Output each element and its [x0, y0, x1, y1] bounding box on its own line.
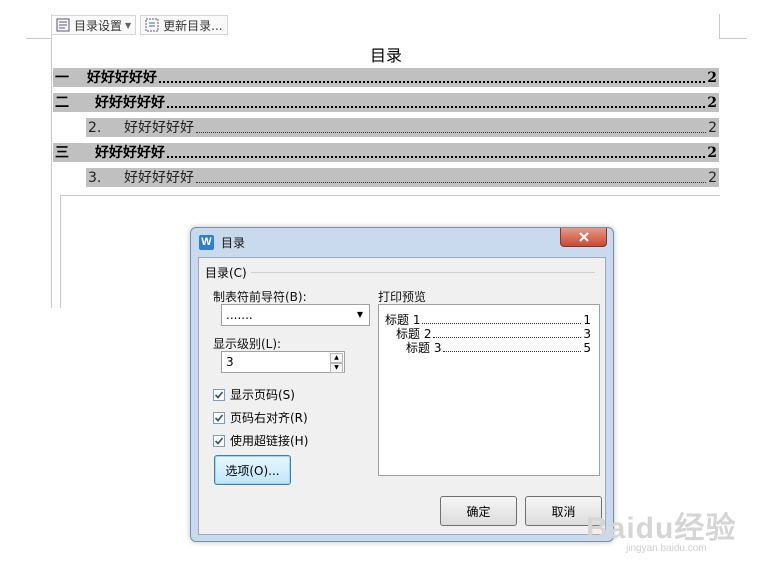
tab-leader-label: 制表符前导符(B): — [213, 290, 307, 304]
toc-entry-page: 2 — [707, 70, 717, 86]
watermark-url: jingyan.baidu.com — [626, 543, 707, 554]
toc-entry-text: 好好好好好 — [87, 70, 157, 86]
update-toc-button[interactable]: 更新目录... — [140, 15, 228, 35]
print-preview-box: 标题 1 1 标题 2 3 标题 3 5 — [378, 304, 600, 476]
preview-line: 标题 1 1 — [385, 313, 591, 327]
preview-line-text: 标题 3 — [406, 341, 442, 355]
checkbox-checked-icon[interactable] — [213, 434, 225, 447]
watermark-main: Baidu经验 — [586, 512, 737, 545]
group-divider — [249, 272, 595, 273]
toc-toolbar: 目录设置 ▼ 更新目录... — [51, 15, 228, 37]
preview-label: 打印预览 — [378, 290, 427, 304]
update-toc-icon — [145, 18, 159, 32]
toc-entry-number: 二 — [55, 95, 69, 111]
toc-entry-leader — [196, 181, 707, 183]
preview-line: 标题 3 5 — [406, 341, 591, 355]
show-page-numbers-checkbox[interactable]: 显示页码(S) — [213, 386, 295, 403]
checkbox-checked-icon[interactable] — [213, 388, 225, 401]
close-icon — [578, 232, 589, 242]
dialog-body: 目录(C) 制表符前导符(B): ....... ▼ 显示级别(L): 3 ▲ … — [198, 257, 606, 535]
options-button[interactable]: 选项(O)... — [214, 455, 291, 485]
tab-leader-select[interactable]: ....... ▼ — [221, 304, 370, 326]
update-toc-label: 更新目录... — [163, 18, 223, 33]
toc-entry-number: 3. — [88, 170, 102, 186]
toc-entry-leader — [167, 155, 706, 158]
checkbox-checked-icon[interactable] — [213, 411, 225, 424]
toc-entry-page: 2 — [708, 120, 717, 136]
toc-entry-page: 2 — [708, 170, 717, 186]
preview-line-text: 标题 1 — [385, 313, 421, 327]
toc-entry-leader — [196, 131, 707, 133]
toc-dialog: W 目录 目录(C) 制表符前导符(B): ....... ▼ 显示级别(L):… — [190, 227, 614, 542]
preview-leader — [422, 323, 582, 324]
page-border-inner — [60, 195, 720, 196]
levels-label: 显示级别(L): — [213, 337, 282, 351]
preview-leader — [433, 337, 582, 338]
spin-down-button[interactable]: ▼ — [330, 363, 343, 373]
dialog-title-bar[interactable]: W 目录 — [191, 228, 613, 256]
toc-settings-label: 目录设置 — [74, 18, 123, 33]
toc-entry-text: 好好好好好 — [124, 120, 194, 136]
levels-value: 3 — [226, 355, 234, 369]
crop-mark-top-right-h — [719, 38, 747, 39]
toc-entry-leader — [159, 80, 706, 83]
wps-writer-icon: W — [199, 234, 214, 250]
close-button[interactable] — [560, 228, 607, 247]
levels-stepper[interactable]: 3 ▲ ▼ — [221, 351, 345, 373]
toc-entry-text: 好好好好好 — [124, 170, 194, 186]
right-align-pages-label: 页码右对齐(R) — [230, 411, 308, 425]
toc-entry-number: 2. — [88, 120, 102, 136]
preview-leader — [443, 351, 582, 352]
toc-entry-page: 2 — [707, 95, 717, 111]
toc-entry[interactable]: 三 好好好好好 2 — [53, 143, 719, 162]
preview-line: 标题 2 3 — [396, 327, 591, 341]
chevron-down-icon: ▼ — [125, 20, 132, 30]
toc-title: 目录 — [369, 46, 402, 65]
page-border-left — [51, 38, 52, 308]
show-page-numbers-label: 显示页码(S) — [230, 388, 295, 402]
preview-line-text: 标题 2 — [396, 327, 432, 341]
toc-settings-icon — [56, 18, 70, 32]
preview-line-page: 3 — [583, 327, 591, 341]
toc-entry-page: 2 — [707, 145, 717, 161]
dialog-title: 目录 — [221, 235, 246, 250]
toc-entry[interactable]: 一 好好好好好 2 — [53, 68, 719, 87]
use-hyperlinks-checkbox[interactable]: 使用超链接(H) — [213, 432, 308, 449]
crop-mark-top-left-h — [26, 38, 52, 39]
right-align-pages-checkbox[interactable]: 页码右对齐(R) — [213, 409, 308, 426]
toc-entry-number: 一 — [55, 70, 69, 86]
group-label: 目录(C) — [205, 264, 251, 281]
toc-entry[interactable]: 2. 好好好好好 2 — [86, 118, 719, 137]
chevron-down-icon[interactable]: ▼ — [352, 306, 368, 324]
spin-up-button[interactable]: ▲ — [330, 353, 343, 363]
page-border-inner-left — [60, 195, 61, 308]
use-hyperlinks-label: 使用超链接(H) — [230, 434, 309, 448]
ok-button[interactable]: 确定 — [440, 496, 517, 526]
toc-settings-button[interactable]: 目录设置 ▼ — [51, 15, 137, 35]
toc-entry-leader — [167, 105, 706, 108]
tab-leader-value: ....... — [226, 308, 253, 322]
crop-mark-top-right-v — [719, 14, 720, 38]
toc-entry-text: 好好好好好 — [95, 95, 165, 111]
toc-entry-number: 三 — [55, 145, 69, 161]
toc-entry-text: 好好好好好 — [95, 145, 165, 161]
toc-entry[interactable]: 3. 好好好好好 2 — [86, 168, 719, 187]
toc-entry[interactable]: 二 好好好好好 2 — [53, 93, 719, 112]
preview-line-page: 5 — [583, 341, 591, 355]
baidu-jingyan-watermark: Baidu经验 jingyan.baidu.com — [586, 503, 758, 554]
preview-line-page: 1 — [583, 313, 591, 327]
